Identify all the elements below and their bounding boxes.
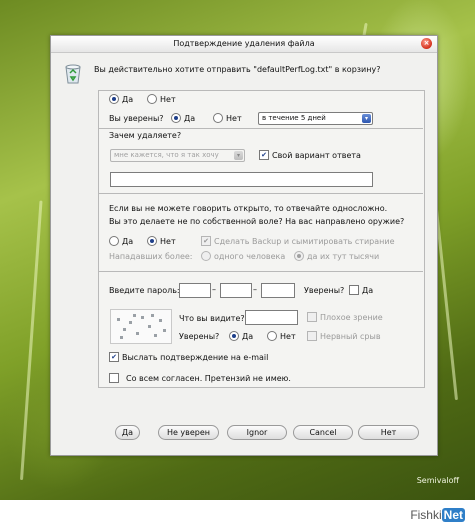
password-sure-label: Уверены? (304, 286, 345, 295)
agree-checkbox[interactable] (109, 373, 119, 383)
captcha-image (110, 309, 172, 344)
one-person-option[interactable]: одного человека (201, 251, 285, 261)
password-sure-option[interactable]: Да (349, 285, 373, 295)
main-no-option[interactable]: Нет (147, 94, 176, 104)
brand-name: Fishki (410, 508, 442, 522)
nervous-option[interactable]: Нервный срыв (307, 331, 381, 341)
not-sure-button[interactable]: Не уверен (158, 425, 219, 440)
bad-vision-option[interactable]: Плохое зрение (307, 312, 383, 322)
reason-select[interactable]: мне кажется, что я так хочу ▾ (110, 149, 245, 162)
title-bar: Подтверждение удаления файла × (51, 36, 437, 53)
agree-option[interactable]: Со всем согласен. Претензий не имею. (109, 373, 291, 383)
own-answer-option[interactable]: ✔ Свой вариант ответа (259, 150, 361, 160)
dialog-message: Вы действительно хотите отправить "defau… (94, 65, 381, 74)
captcha-speck (163, 329, 166, 332)
dropdown-arrow-icon: ▾ (362, 114, 371, 123)
captcha-speck (159, 319, 162, 322)
backup-checkbox[interactable]: ✔ (201, 236, 211, 246)
brand-net: Net (441, 508, 465, 522)
divider (98, 128, 423, 129)
captcha-speck (154, 334, 157, 337)
author-credit: Semivaloff (416, 476, 459, 485)
dropdown-arrow-icon: ▾ (234, 151, 243, 160)
captcha-speck (123, 328, 126, 331)
brand-logo: Fishki Net (410, 508, 465, 522)
main-no-radio[interactable] (147, 94, 157, 104)
attackers-label: Нападавших более: (109, 252, 193, 261)
why-label: Зачем удаляете? (109, 131, 182, 140)
captcha-yes-option[interactable]: Да (229, 331, 253, 341)
one-person-radio[interactable] (201, 251, 211, 261)
captcha-speck (136, 332, 139, 335)
send-confirmation-checkbox[interactable]: ✔ (109, 352, 119, 362)
captcha-speck (148, 325, 151, 328)
backup-option[interactable]: ✔ Сделать Backup и сымитировать стирание (201, 236, 395, 246)
password-part-1[interactable] (179, 283, 211, 298)
dialog-title: Подтверждение удаления файла (173, 39, 315, 48)
honest-line-2: Вы это делаете не по собственной воле? Н… (109, 217, 405, 226)
captcha-answer-field[interactable] (245, 310, 298, 325)
nervous-checkbox[interactable] (307, 331, 317, 341)
password-dash: – (212, 285, 216, 294)
thousands-option[interactable]: да их тут тысячи (294, 251, 379, 261)
sure-label: Вы уверены? (109, 114, 164, 123)
captcha-no-option[interactable]: Нет (267, 331, 296, 341)
honest-yes-option[interactable]: Да (109, 236, 133, 246)
captcha-sure-label: Уверены? (179, 332, 220, 341)
captcha-speck (120, 336, 123, 339)
when-select[interactable]: в течение 5 дней ▾ (258, 112, 373, 125)
password-part-3[interactable] (261, 283, 295, 298)
captcha-speck (117, 318, 120, 321)
captcha-speck (151, 314, 154, 317)
captcha-speck (133, 314, 136, 317)
divider (98, 271, 423, 272)
main-yes-radio[interactable] (109, 94, 119, 104)
honest-yes-radio[interactable] (109, 236, 119, 246)
password-sure-checkbox[interactable] (349, 285, 359, 295)
sure-yes-option[interactable]: Да (171, 113, 195, 123)
ignore-button[interactable]: Ignor (227, 425, 287, 440)
password-part-2[interactable] (220, 283, 252, 298)
honest-no-radio[interactable] (147, 236, 157, 246)
sure-no-option[interactable]: Нет (213, 113, 242, 123)
own-answer-field[interactable] (110, 172, 373, 187)
captcha-no-radio[interactable] (267, 331, 277, 341)
cancel-button[interactable]: Cancel (293, 425, 353, 440)
yes-button[interactable]: Да (115, 425, 140, 440)
honest-no-option[interactable]: Нет (147, 236, 176, 246)
recycle-bin-icon (65, 64, 81, 84)
close-icon[interactable]: × (421, 38, 432, 49)
own-answer-checkbox[interactable]: ✔ (259, 150, 269, 160)
captcha-question: Что вы видите? (179, 314, 245, 323)
captcha-yes-radio[interactable] (229, 331, 239, 341)
main-yes-option[interactable]: Да (109, 94, 133, 104)
captcha-speck (141, 316, 144, 319)
grass-blade (20, 200, 43, 481)
captcha-speck (129, 321, 132, 324)
sure-yes-radio[interactable] (171, 113, 181, 123)
delete-confirmation-dialog: Подтверждение удаления файла × Вы действ… (50, 35, 438, 456)
page-footer (0, 500, 475, 530)
password-dash: – (253, 285, 257, 294)
sure-no-radio[interactable] (213, 113, 223, 123)
password-label: Введите пароль: (109, 286, 180, 295)
honest-line-1: Если вы не можете говорить открыто, то о… (109, 204, 388, 213)
no-button[interactable]: Нет (358, 425, 419, 440)
bad-vision-checkbox[interactable] (307, 312, 317, 322)
send-confirmation-option[interactable]: ✔ Выслать подтверждение на e-mail (109, 352, 268, 362)
divider (98, 193, 423, 194)
thousands-radio[interactable] (294, 251, 304, 261)
